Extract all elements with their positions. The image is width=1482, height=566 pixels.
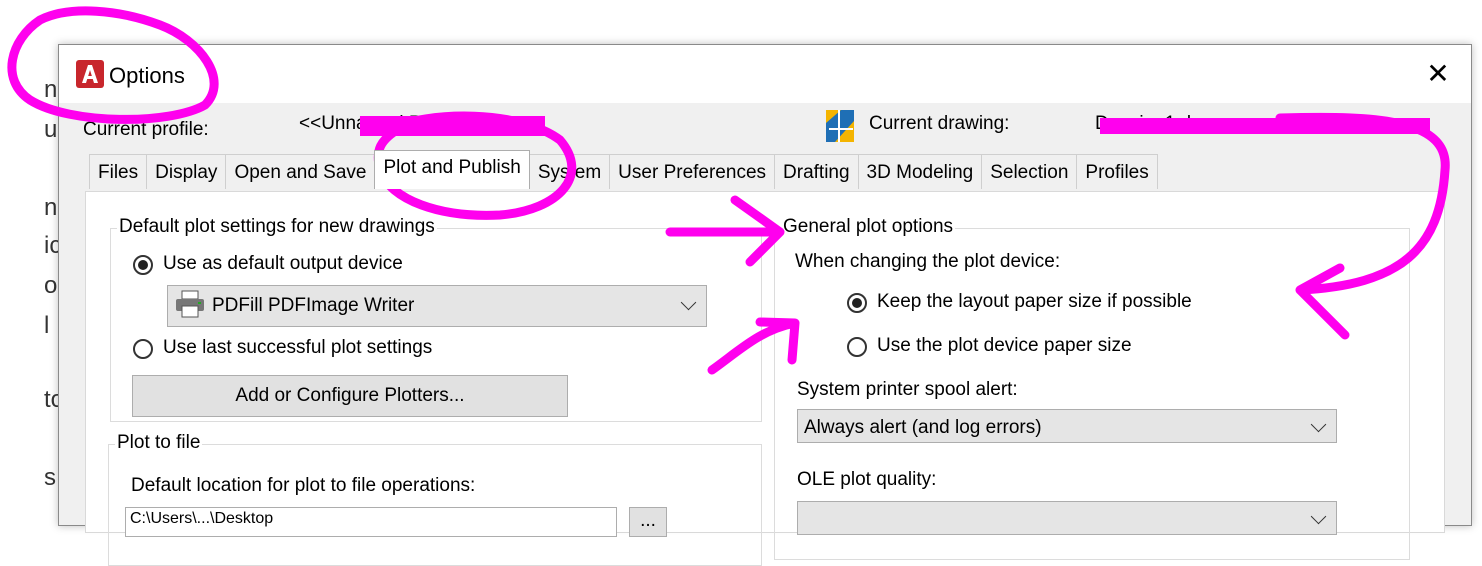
add-configure-plotters-button[interactable]: Add or Configure Plotters...	[132, 375, 568, 417]
drawing-icon	[826, 110, 854, 142]
tab-3d-modeling[interactable]: 3D Modeling	[857, 154, 983, 189]
plot-location-input[interactable]: C:\Users\...\Desktop	[125, 507, 617, 537]
close-icon[interactable]: ✕	[1421, 57, 1455, 91]
background-document: nc ur nl ic o l to s	[0, 0, 60, 510]
spool-alert-label: System printer spool alert:	[797, 379, 1018, 400]
tab-selection[interactable]: Selection	[981, 154, 1078, 189]
keep-layout-paper-label: Keep the layout paper size if possible	[877, 291, 1192, 312]
use-last-settings-radio[interactable]	[133, 339, 153, 359]
spool-alert-select[interactable]: Always alert (and log errors)	[797, 409, 1337, 443]
browse-button[interactable]: ...	[629, 507, 667, 537]
chevron-down-icon	[680, 294, 697, 311]
autocad-logo-icon	[76, 60, 104, 88]
use-default-device-label: Use as default output device	[163, 253, 403, 274]
tab-open-and-save[interactable]: Open and Save	[225, 154, 376, 189]
default-plot-settings-title: Default plot settings for new drawings	[117, 216, 437, 238]
ole-quality-label: OLE plot quality:	[797, 469, 937, 490]
use-device-paper-radio[interactable]	[847, 337, 867, 357]
tab-files[interactable]: Files	[89, 154, 148, 189]
current-drawing-label: Current drawing:	[869, 113, 1010, 134]
general-plot-options-group: General plot options When changing the p…	[774, 216, 1410, 560]
chevron-down-icon	[1310, 416, 1327, 433]
general-plot-options-title: General plot options	[781, 216, 956, 238]
tab-strip: Files Display Open and Save Plot and Pub…	[89, 150, 1158, 190]
output-device-value: PDFill PDFImage Writer	[212, 295, 415, 316]
title-bar[interactable]: Options ✕	[59, 45, 1471, 103]
use-last-settings-label: Use last successful plot settings	[163, 337, 433, 358]
tab-display[interactable]: Display	[146, 154, 227, 189]
current-drawing-value: Drawing1.dwg	[1095, 113, 1216, 134]
current-profile-label: Current profile:	[83, 119, 209, 140]
background-text: o	[44, 272, 58, 299]
tab-profiles[interactable]: Profiles	[1076, 154, 1158, 189]
tab-drafting[interactable]: Drafting	[774, 154, 859, 189]
default-plot-settings-group: Default plot settings for new drawings U…	[110, 216, 762, 422]
plot-to-file-title: Plot to file	[115, 432, 203, 454]
spool-alert-value: Always alert (and log errors)	[804, 417, 1042, 438]
chevron-down-icon	[1310, 508, 1327, 525]
background-text: l	[44, 312, 50, 339]
tab-plot-and-publish[interactable]: Plot and Publish	[374, 150, 530, 189]
plot-location-label: Default location for plot to file operat…	[131, 475, 476, 496]
current-profile-value: <<Unnamed Profile>>	[299, 113, 485, 134]
background-text: s	[44, 464, 56, 491]
dialog-title: Options	[109, 63, 185, 88]
tab-user-preferences[interactable]: User Preferences	[609, 154, 776, 189]
printer-icon	[176, 290, 204, 318]
use-default-device-radio[interactable]	[133, 255, 153, 275]
plot-to-file-group: Plot to file Default location for plot t…	[108, 432, 762, 566]
changing-device-label: When changing the plot device:	[795, 251, 1061, 272]
options-dialog: Options ✕ Current profile: <<Unnamed Pro…	[58, 44, 1472, 566]
keep-layout-paper-radio[interactable]	[847, 293, 867, 313]
tab-system[interactable]: System	[528, 154, 611, 189]
output-device-select[interactable]: PDFill PDFImage Writer	[167, 285, 707, 327]
plot-and-publish-panel: Default plot settings for new drawings U…	[85, 191, 1445, 566]
use-device-paper-label: Use the plot device paper size	[877, 335, 1132, 356]
ole-quality-select[interactable]	[797, 501, 1337, 535]
